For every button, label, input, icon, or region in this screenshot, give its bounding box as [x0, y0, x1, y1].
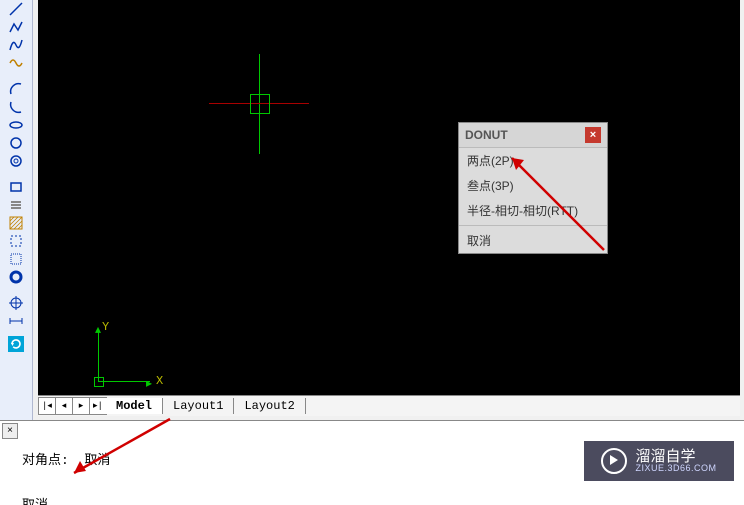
rect-icon[interactable] — [9, 180, 23, 194]
layout-tab-row: |◂ ◂ ▸ ▸| Model Layout1 Layout2 — [38, 395, 740, 416]
ucs-icon: ▴ ▸ Y X — [88, 320, 158, 390]
wave-icon[interactable] — [9, 56, 23, 70]
ctx-item-cancel[interactable]: 取消 — [459, 228, 607, 253]
region-icon[interactable] — [9, 234, 23, 248]
arc1-icon[interactable] — [9, 82, 23, 96]
stack-icon[interactable] — [9, 198, 23, 212]
close-icon[interactable]: × — [585, 127, 601, 143]
crosshair-pickbox — [250, 94, 270, 114]
ucs-x-arrow: ▸ — [146, 376, 152, 391]
drawing-canvas[interactable]: ▴ ▸ Y X DONUT × 两点(2P) 叁点(3P) 半径-相切-相切(R… — [38, 0, 740, 395]
ctx-separator — [459, 225, 607, 226]
circle2-icon[interactable] — [9, 154, 23, 168]
tab-nav-next[interactable]: ▸ — [72, 397, 90, 415]
ellipse-icon[interactable] — [9, 118, 23, 132]
ctx-item-rtt[interactable]: 半径-相切-相切(RTT) — [459, 198, 607, 223]
donut-icon[interactable] — [9, 270, 23, 284]
play-icon — [601, 448, 627, 474]
polyline-icon[interactable] — [9, 20, 23, 34]
draw-toolbar — [0, 0, 33, 422]
arc2-icon[interactable] — [9, 100, 23, 114]
circle1-icon[interactable] — [9, 136, 23, 150]
watermark: 溜溜自学 ZIXUE.3D66.COM — [584, 441, 734, 481]
dim-icon[interactable] — [9, 314, 23, 328]
tab-nav-prev[interactable]: ◂ — [55, 397, 73, 415]
tab-layout2[interactable]: Layout2 — [234, 398, 305, 414]
command-close-icon[interactable]: × — [2, 423, 18, 439]
ucs-x-label: X — [156, 374, 163, 388]
context-menu-title: DONUT — [465, 128, 508, 142]
refresh-icon[interactable] — [8, 336, 24, 352]
ctx-item-3p[interactable]: 叁点(3P) — [459, 173, 607, 198]
context-menu-title-row: DONUT × — [459, 123, 607, 148]
ucs-y-arrow: ▴ — [95, 322, 101, 337]
tab-model[interactable]: Model — [106, 398, 163, 414]
target-icon[interactable] — [9, 296, 23, 310]
tab-layout1[interactable]: Layout1 — [163, 398, 234, 414]
hatch-icon[interactable] — [9, 216, 23, 230]
watermark-sub: ZIXUE.3D66.COM — [635, 464, 716, 473]
watermark-brand: 溜溜自学 — [635, 449, 716, 464]
ctx-item-2p[interactable]: 两点(2P) — [459, 148, 607, 173]
cmd-line: 取消 — [22, 498, 740, 505]
spline-icon[interactable] — [9, 38, 23, 52]
ucs-y-label: Y — [102, 320, 109, 334]
boundary-icon[interactable] — [9, 252, 23, 266]
tab-nav: |◂ ◂ ▸ ▸| — [38, 397, 106, 415]
tab-nav-last[interactable]: ▸| — [89, 397, 107, 415]
cad-app: ▴ ▸ Y X DONUT × 两点(2P) 叁点(3P) 半径-相切-相切(R… — [0, 0, 744, 505]
tab-nav-first[interactable]: |◂ — [38, 397, 56, 415]
ucs-origin — [94, 377, 104, 387]
line-icon[interactable] — [9, 2, 23, 16]
donut-context-menu: DONUT × 两点(2P) 叁点(3P) 半径-相切-相切(RTT) 取消 — [458, 122, 608, 254]
